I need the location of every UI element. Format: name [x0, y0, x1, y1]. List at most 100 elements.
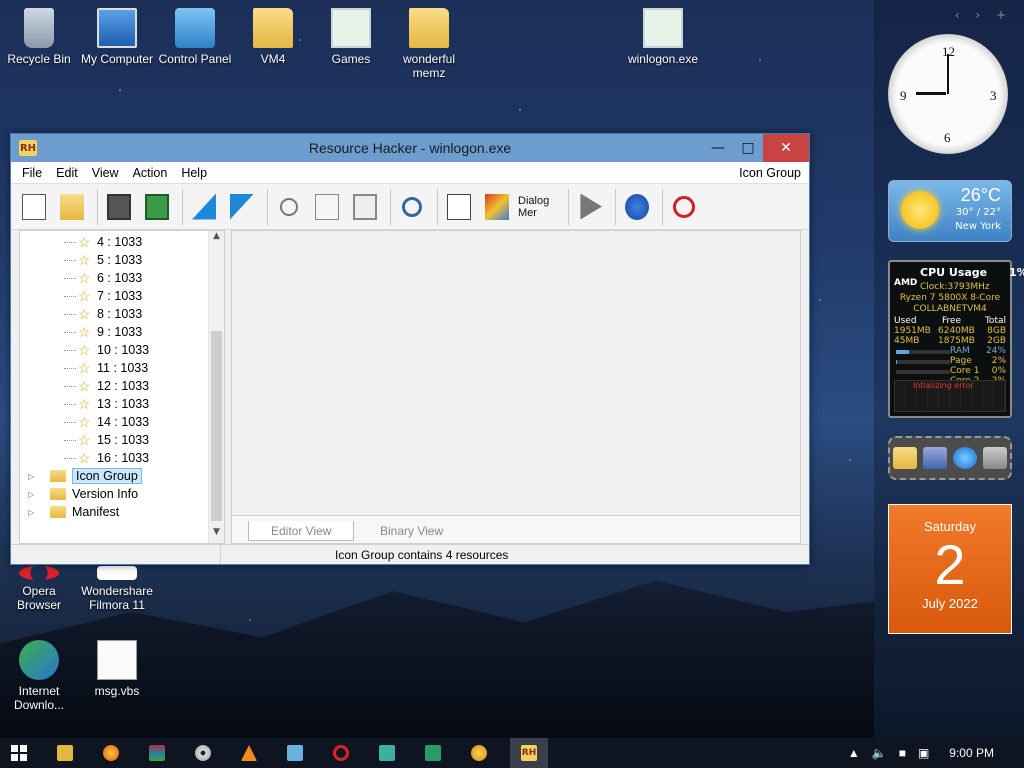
about-button[interactable]	[620, 190, 654, 224]
recycle-bin-icon[interactable]	[983, 447, 1007, 469]
tree-leaf[interactable]: ☆ 10 : 1033	[20, 341, 224, 359]
tree-folder-manifest[interactable]: ▷ Manifest	[20, 503, 224, 521]
tree-folder-icon-group[interactable]: ▷ Icon Group	[20, 467, 224, 485]
close-button[interactable]: ✕	[763, 134, 809, 162]
taskbar-resource-hacker[interactable]: RH	[510, 738, 548, 768]
scroll-down-icon[interactable]: ▼	[209, 527, 224, 543]
toolbar: Dialog Mer	[11, 184, 809, 230]
add-image-resource-button[interactable]	[480, 190, 514, 224]
tree-leaf[interactable]: ☆ 9 : 1033	[20, 323, 224, 341]
tree-leaf[interactable]: ☆ 7 : 1033	[20, 287, 224, 305]
explorer-icon[interactable]	[893, 447, 917, 469]
desktop-icon-control-panel[interactable]: Control Panel	[156, 8, 234, 66]
desktop-icon-my-computer[interactable]: My Computer	[78, 8, 156, 66]
paste-button[interactable]	[348, 190, 382, 224]
tray-clock[interactable]: 9:00 PM	[949, 746, 994, 760]
desktop-icon-recycle-bin[interactable]: Recycle Bin	[0, 8, 78, 66]
volume-muted-icon[interactable]: 🔈	[872, 746, 887, 760]
tree-leaf[interactable]: ☆ 5 : 1033	[20, 251, 224, 269]
resource-hacker-window[interactable]: RH Resource Hacker - winlogon.exe — □ ✕ …	[10, 133, 810, 565]
tree-leaf[interactable]: ☆ 13 : 1033	[20, 395, 224, 413]
magnifier-icon	[402, 196, 422, 217]
taskbar-vlc[interactable]	[234, 738, 264, 768]
tree-leaf[interactable]: ☆ 4 : 1033	[20, 233, 224, 251]
taskbar-app-2[interactable]	[372, 738, 402, 768]
tree-leaf[interactable]: ☆ 12 : 1033	[20, 377, 224, 395]
open-button[interactable]	[55, 190, 89, 224]
dialog-merge-button[interactable]: Dialog Mer	[518, 190, 560, 224]
desktop-icon-vm4[interactable]: VM4	[234, 8, 312, 66]
input-method-icon[interactable]: ▣	[918, 746, 929, 760]
tab-editor-view[interactable]: Editor View	[248, 521, 355, 541]
back-button[interactable]	[187, 190, 221, 224]
taskbar-app-4[interactable]	[464, 738, 494, 768]
forward-button[interactable]	[225, 190, 259, 224]
tree-leaf[interactable]: ☆ 15 : 1033	[20, 431, 224, 449]
taskbar-app[interactable]	[280, 738, 310, 768]
desktop-icon-games[interactable]: Games	[312, 8, 390, 66]
menu-file[interactable]: File	[15, 166, 49, 180]
new-button[interactable]	[17, 190, 51, 224]
desktop-icon-opera[interactable]: Opera Browser	[0, 566, 78, 612]
add-blank-resource-button[interactable]	[442, 190, 476, 224]
maximize-button[interactable]: □	[733, 134, 763, 162]
save-as-button[interactable]	[140, 190, 174, 224]
tree-folder-label: Icon Group	[72, 468, 142, 484]
desktop-icon-winlogon[interactable]: winlogon.exe	[624, 8, 702, 66]
resource-tree[interactable]: ☆ 4 : 1033 ☆ 5 : 1033 ☆ 6 : 1033 ☆ 7 : 1033 …	[19, 230, 225, 544]
main-panes: ☆ 4 : 1033 ☆ 5 : 1033 ☆ 6 : 1033 ☆ 7 : 1033 …	[11, 230, 809, 544]
tree-leaf-label: 9 : 1033	[97, 325, 143, 339]
title-bar[interactable]: RH Resource Hacker - winlogon.exe — □ ✕	[11, 134, 809, 162]
taskbar-opera[interactable]	[326, 738, 356, 768]
star-icon: ☆	[78, 396, 91, 412]
tree-folder-version-info[interactable]: ▷ Version Info	[20, 485, 224, 503]
cpu-usage-gadget[interactable]: AMD CPU Usage 1% Clock:3793MHz Ryzen 7 5…	[888, 260, 1024, 418]
save-button[interactable]	[102, 190, 136, 224]
desktop-icon-filmora[interactable]: Wondershare Filmora 11	[78, 566, 156, 612]
taskbar-app-3[interactable]	[418, 738, 448, 768]
menu-action[interactable]: Action	[126, 166, 175, 180]
desktop-icon-idm[interactable]: Internet Downlo...	[0, 640, 78, 712]
tab-binary-view[interactable]: Binary View	[358, 521, 465, 541]
clock-gadget[interactable]: 12 3 6 9	[888, 34, 1008, 154]
expand-arrow-icon[interactable]: ▷	[28, 490, 40, 499]
tree-leaf[interactable]: ☆ 11 : 1033	[20, 359, 224, 377]
menu-view[interactable]: View	[85, 166, 126, 180]
desktop-icon-msg-vbs[interactable]: msg.vbs	[78, 640, 156, 698]
star-icon: ☆	[78, 234, 91, 250]
tree-leaf[interactable]: ☆ 14 : 1033	[20, 413, 224, 431]
expand-arrow-icon[interactable]: ▷	[28, 508, 40, 517]
network-status-icon[interactable]: ■	[899, 746, 906, 760]
cpu-host: COLLABNETVM4	[913, 304, 987, 314]
tree-leaf[interactable]: ☆ 8 : 1033	[20, 305, 224, 323]
editor-pane[interactable]: Editor View Binary View	[231, 230, 801, 544]
resource-hacker-logo-icon[interactable]: RH	[19, 140, 37, 156]
find-button[interactable]	[395, 190, 429, 224]
run-script-button[interactable]	[573, 190, 607, 224]
exit-button[interactable]	[667, 190, 701, 224]
scroll-up-icon[interactable]: ▲	[209, 231, 224, 247]
tray-overflow-icon[interactable]: ▲	[848, 746, 860, 760]
sidebar-controls[interactable]: ‹ › +	[955, 8, 1012, 22]
cut-button[interactable]	[272, 190, 306, 224]
weather-gadget[interactable]: 26°C 30° / 22° New York	[888, 180, 1012, 242]
start-button[interactable]	[4, 738, 34, 768]
calendar-gadget[interactable]: Saturday 2 July 2022	[888, 504, 1012, 634]
menu-edit[interactable]: Edit	[49, 166, 85, 180]
taskbar-explorer[interactable]	[50, 738, 80, 768]
minimize-button[interactable]: —	[703, 134, 733, 162]
computer-icon[interactable]	[923, 447, 947, 469]
tree-scrollbar[interactable]: ▲ ▼	[208, 231, 224, 543]
desktop-icon-wonderful-memz[interactable]: wonderful memz	[390, 8, 468, 80]
scroll-thumb[interactable]	[211, 331, 222, 521]
internet-explorer-icon[interactable]	[953, 447, 977, 469]
tree-leaf[interactable]: ☆ 6 : 1033	[20, 269, 224, 287]
taskbar-winrar[interactable]	[142, 738, 172, 768]
save-as-icon	[145, 193, 169, 220]
taskbar-media[interactable]	[188, 738, 218, 768]
menu-help[interactable]: Help	[174, 166, 214, 180]
taskbar-firefox[interactable]	[96, 738, 126, 768]
tree-leaf[interactable]: ☆ 16 : 1033	[20, 449, 224, 467]
copy-button[interactable]	[310, 190, 344, 224]
expand-arrow-icon[interactable]: ▷	[28, 472, 40, 481]
